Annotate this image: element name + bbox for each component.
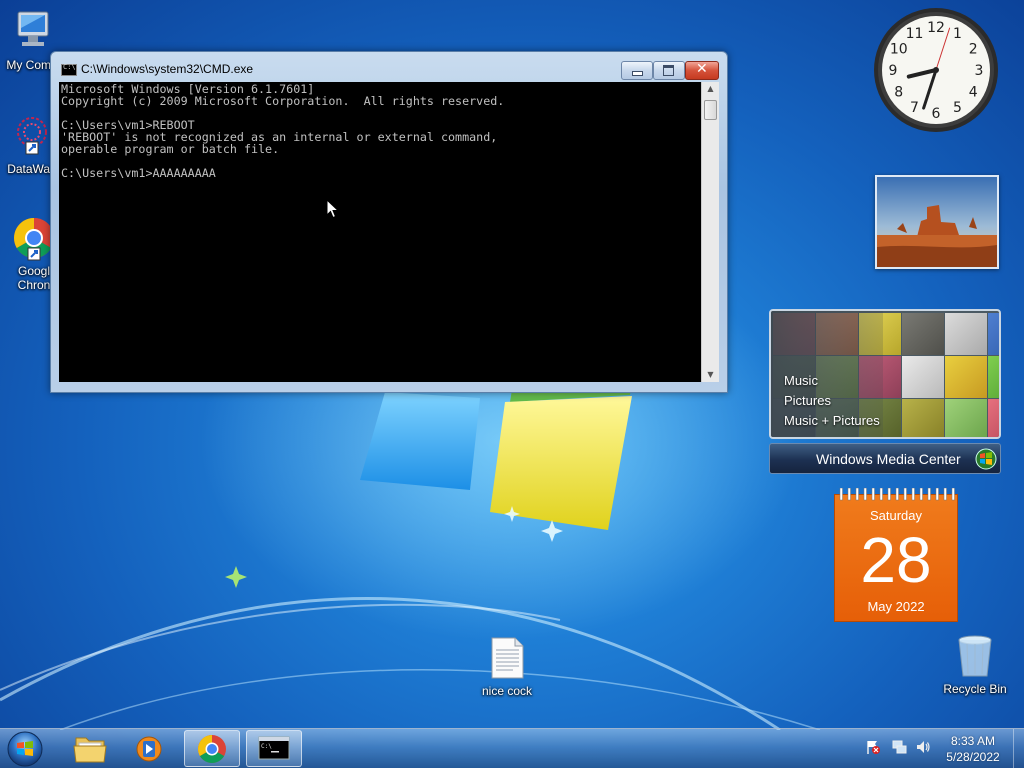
scroll-down-arrow-icon[interactable]: ▼ <box>702 368 719 382</box>
clock-numeral: 5 <box>953 100 962 116</box>
show-desktop-button[interactable] <box>1013 729 1024 768</box>
datawag-shortcut-icon <box>8 112 56 160</box>
clock-numeral: 6 <box>932 106 941 122</box>
media-item-pictures[interactable]: Pictures <box>784 391 880 411</box>
cmd-titlebar[interactable]: C:\ C:\Windows\system32\CMD.exe ✕ <box>51 52 727 82</box>
calendar-ring <box>911 488 915 501</box>
calendar-ring <box>879 488 883 501</box>
desktop-icon-label: Recycle Bin <box>943 682 1007 696</box>
clock-numeral: 7 <box>910 100 919 116</box>
calendar-ring <box>895 488 899 501</box>
scroll-thumb[interactable] <box>704 100 717 120</box>
desktop-icon-recycle-bin[interactable]: Recycle Bin <box>935 632 1015 696</box>
calendar-ring <box>855 488 859 501</box>
calendar-ring <box>943 488 947 501</box>
calendar-ring <box>863 488 867 501</box>
start-button[interactable] <box>5 730 45 768</box>
chrome-icon <box>198 735 226 763</box>
mouse-pointer-icon <box>326 199 340 219</box>
calendar-weekday: Saturday <box>869 508 923 523</box>
media-player-icon <box>136 736 162 762</box>
scroll-up-arrow-icon[interactable]: ▲ <box>702 82 719 96</box>
folder-icon <box>73 737 107 763</box>
volume-icon[interactable] <box>915 739 931 755</box>
vertical-scrollbar[interactable]: ▲ ▼ <box>701 82 719 382</box>
clock-numeral: 4 <box>969 85 978 101</box>
media-menu: Music Pictures Music + Pictures <box>784 371 880 431</box>
taskbar-chrome-button[interactable] <box>184 730 240 767</box>
windows-logo-icon <box>975 448 997 470</box>
cmd-window[interactable]: C:\ C:\Windows\system32\CMD.exe ✕ Micros… <box>50 51 728 393</box>
clock-numeral: 3 <box>975 63 984 79</box>
media-item-music[interactable]: Music <box>784 371 880 391</box>
clock-gadget[interactable]: 12 12 3 45678 9 1011 <box>872 6 1000 134</box>
calendar-ring <box>951 488 955 501</box>
calendar-ring <box>927 488 931 501</box>
clock-numeral: 10 <box>890 42 908 58</box>
console-line: C:\Users\vm1>AAAAAAAAA <box>61 166 216 180</box>
taskbar[interactable]: C:\ 8:33 AM 5/28/2022 <box>0 728 1024 768</box>
media-center-label: Windows Media Center <box>816 451 961 467</box>
close-button[interactable]: ✕ <box>685 61 719 80</box>
taskbar-date: 5/28/2022 <box>946 750 1000 764</box>
media-item-music-pictures[interactable]: Music + Pictures <box>784 411 880 431</box>
calendar-day: 28 <box>860 524 932 596</box>
taskbar-media-player-button[interactable] <box>121 730 177 767</box>
calendar-page: Saturday 28 May 2022 <box>834 494 958 622</box>
console-line: Copyright (c) 2009 Microsoft Corporation… <box>61 94 505 108</box>
console-output[interactable]: Microsoft Windows [Version 6.1.7601] Copy… <box>59 82 701 382</box>
calendar-ring <box>847 488 851 501</box>
clock-numeral: 11 <box>906 26 924 42</box>
slideshow-gadget[interactable] <box>875 175 999 269</box>
window-title: C:\Windows\system32\CMD.exe <box>81 62 254 76</box>
calendar-ring <box>935 488 939 501</box>
text-file-icon <box>483 634 531 682</box>
calendar-ring <box>919 488 923 501</box>
desktop-icon-label: nice cock <box>481 684 533 698</box>
clock-numeral: 9 <box>889 63 898 79</box>
taskbar-clock[interactable]: 8:33 AM 5/28/2022 <box>935 733 1011 765</box>
cmd-icon: C:\ <box>61 63 77 76</box>
clock-numeral: 2 <box>969 42 978 58</box>
close-icon: ✕ <box>696 61 708 77</box>
calendar-binding-rings <box>839 488 955 501</box>
svg-text:C:\: C:\ <box>261 743 272 750</box>
action-center-flag-icon[interactable] <box>865 739 881 755</box>
minimize-button[interactable] <box>621 61 653 80</box>
calendar-gadget[interactable]: Saturday 28 May 2022 <box>834 488 958 622</box>
maximize-button[interactable] <box>653 61 685 80</box>
calendar-ring <box>903 488 907 501</box>
cmd-icon: C:\ <box>258 736 290 760</box>
console-line: operable program or batch file. <box>61 142 280 156</box>
clock-numeral: 1 <box>953 26 962 42</box>
notification-area <box>865 739 935 759</box>
clock-numeral: 8 <box>894 85 903 101</box>
calendar-ring <box>871 488 875 501</box>
computer-icon <box>8 8 56 56</box>
media-center-launch-bar[interactable]: Windows Media Center <box>769 443 1001 474</box>
slideshow-photo <box>877 177 997 267</box>
clock-numeral: 12 <box>927 20 945 36</box>
calendar-ring <box>839 488 843 501</box>
network-icon[interactable] <box>891 739 907 755</box>
desktop[interactable]: My Comp DataWag Googl Chron nice cock Re… <box>0 0 1024 768</box>
taskbar-time: 8:33 AM <box>950 734 996 748</box>
taskbar-cmd-button[interactable]: C:\ <box>246 730 302 767</box>
media-center-gadget[interactable]: Music Pictures Music + Pictures Windows … <box>769 309 1001 474</box>
taskbar-explorer-button[interactable] <box>62 730 118 767</box>
calendar-month-year: May 2022 <box>867 599 925 614</box>
recycle-bin-icon <box>951 632 999 680</box>
desktop-icon-text-file[interactable]: nice cock <box>467 634 547 698</box>
calendar-ring <box>887 488 891 501</box>
